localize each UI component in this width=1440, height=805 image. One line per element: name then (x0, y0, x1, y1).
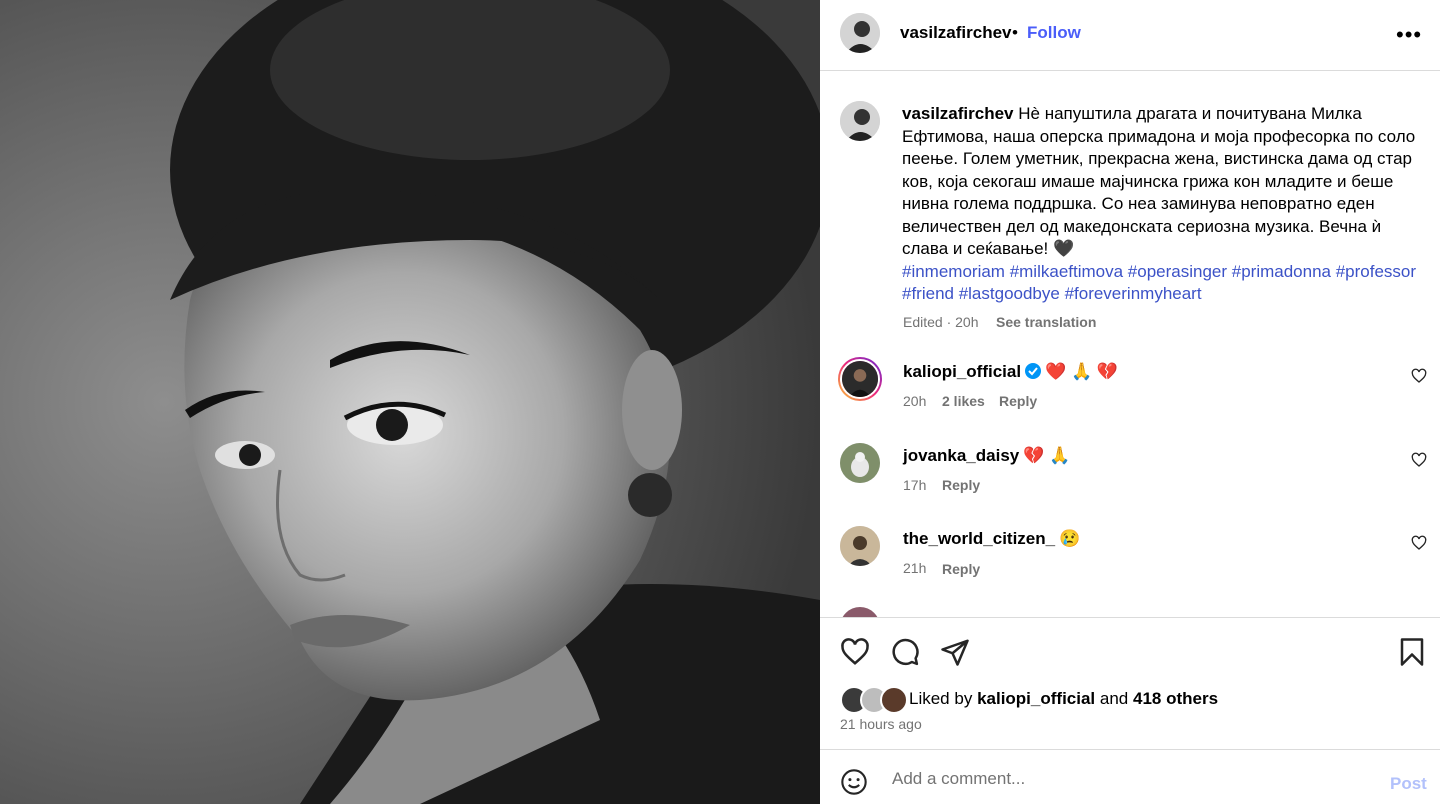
reply-button[interactable]: Reply (942, 477, 980, 493)
others-link[interactable]: 418 others (1133, 689, 1218, 708)
post-comment-button[interactable]: Post (1390, 774, 1427, 794)
comments-scroll-area[interactable]: vasilzafirchev Нè напуштила драгата и по… (820, 71, 1440, 617)
edited-label: Edited · 20h (903, 314, 979, 330)
comment-time: 17h (903, 477, 927, 493)
post-time-ago: 21 hours ago (840, 716, 922, 732)
emoji-smile-icon[interactable] (840, 768, 868, 796)
comment-time: 21h (903, 560, 927, 576)
caption-hashtags[interactable]: #inmemoriam #milkaeftimova #operasinger … (902, 262, 1416, 304)
comment-item: jovanka_daisy 💔 🙏 17h Reply (820, 441, 1440, 511)
separator-dot: • (1012, 23, 1018, 42)
liker-avatar (880, 686, 908, 714)
caption-text: Нè напуштила драгата и почитувана Милка … (902, 104, 1416, 258)
post-caption: vasilzafirchev Нè напуштила драгата и по… (902, 103, 1422, 306)
comment-like-heart-icon[interactable] (1411, 368, 1427, 384)
portrait-image (0, 0, 820, 804)
commenter-username[interactable]: the_world_citizen_ 😢 (903, 529, 1080, 549)
comment-text: 😢 (1059, 529, 1081, 548)
comment-like-heart-icon[interactable] (1411, 452, 1427, 468)
commenter-username[interactable]: jovanka_daisy 💔 🙏 (903, 446, 1070, 466)
more-options-icon[interactable]: ••• (1396, 22, 1422, 48)
comment-input[interactable] (890, 764, 1364, 794)
reply-button[interactable]: Reply (999, 393, 1037, 409)
comment-item: kaliopi_official ❤️ 🙏 💔 20h 2 likes Reply (820, 357, 1440, 427)
bookmark-icon[interactable] (1397, 637, 1427, 667)
see-translation-link[interactable]: See translation (996, 314, 1096, 330)
follow-button[interactable]: Follow (1027, 23, 1081, 43)
author-username[interactable]: vasilzafirchev (900, 23, 1012, 43)
caption-username[interactable]: vasilzafirchev (902, 104, 1014, 123)
comment-likes[interactable]: 2 likes (942, 393, 985, 409)
verified-badge-icon (1025, 363, 1042, 379)
likes-summary: Liked by kaliopi_official and 418 others (909, 689, 1219, 708)
comment-text: 💔 🙏 (1023, 446, 1071, 465)
comment-icon[interactable] (890, 637, 920, 667)
commenter-avatar[interactable] (840, 526, 880, 566)
post-header: vasilzafirchev • Follow ••• (820, 0, 1440, 71)
comment-item: the_world_citizen_ 😢 21h Reply (820, 524, 1440, 594)
comment-time: 20h (903, 393, 927, 409)
heart-icon[interactable] (840, 637, 870, 667)
liked-by-user-link[interactable]: kaliopi_official (977, 689, 1095, 708)
comment-like-heart-icon[interactable] (1411, 535, 1427, 551)
commenter-avatar[interactable] (838, 357, 882, 401)
post-photo[interactable] (0, 0, 820, 804)
share-icon[interactable] (940, 637, 970, 667)
caption-author-avatar[interactable] (840, 101, 880, 141)
post-side-panel: vasilzafirchev • Follow ••• vasilzafirch… (820, 0, 1440, 804)
comment-text: ❤️ 🙏 💔 (1045, 362, 1119, 381)
commenter-username[interactable]: kaliopi_official ❤️ 🙏 💔 (903, 362, 1118, 382)
post-actions: Liked by kaliopi_official and 418 others… (820, 617, 1440, 750)
add-comment-bar: Post (820, 749, 1440, 805)
author-avatar[interactable] (840, 13, 880, 53)
reply-button[interactable]: Reply (942, 561, 980, 577)
commenter-avatar[interactable] (840, 443, 880, 483)
commenter-avatar-partial[interactable] (840, 607, 880, 617)
